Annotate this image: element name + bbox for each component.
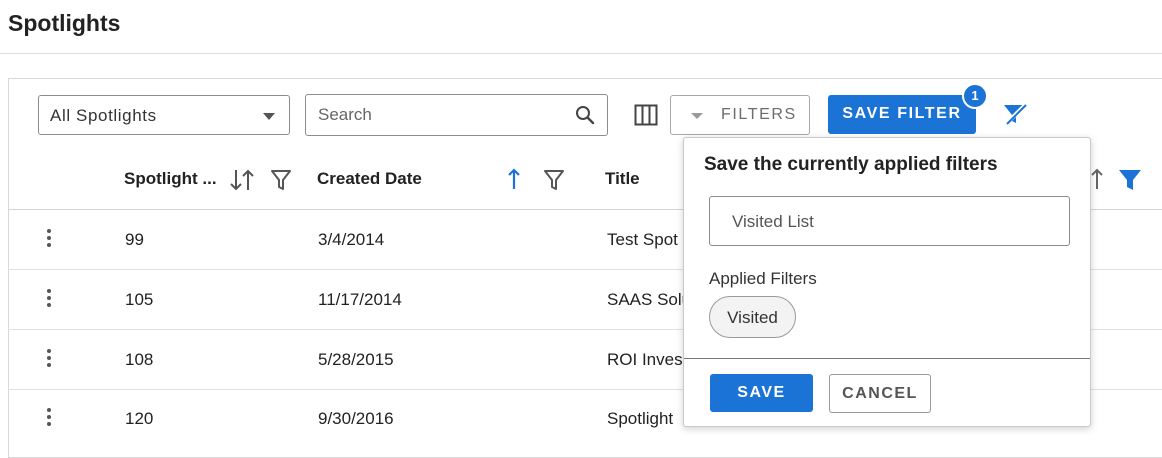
filter-name-field[interactable]: [709, 196, 1070, 246]
sort-ascending-icon[interactable]: [506, 167, 522, 196]
cell-created-date: 3/4/2014: [318, 230, 385, 249]
cell-created-date: 11/17/2014: [318, 290, 402, 309]
view-select-value: All Spotlights: [50, 106, 157, 125]
search-icon[interactable]: [575, 105, 595, 130]
save-filter-popover: Save the currently applied filters Appli…: [683, 137, 1091, 427]
filter-active-icon[interactable]: [1118, 168, 1142, 197]
filter-clear-icon[interactable]: [1002, 102, 1028, 131]
cell-created-date: 9/30/2016: [318, 409, 394, 428]
applied-filters-label: Applied Filters: [709, 269, 817, 288]
column-header-title[interactable]: Title: [605, 169, 640, 189]
save-button[interactable]: SAVE: [710, 374, 813, 412]
applied-filter-chip[interactable]: Visited: [709, 296, 796, 338]
columns-icon[interactable]: [634, 104, 658, 131]
popover-heading: Save the currently applied filters: [704, 154, 998, 175]
kebab-menu-icon[interactable]: [46, 408, 52, 429]
applied-filter-chip-label: Visited: [727, 308, 778, 327]
page-title: Spotlights: [8, 10, 121, 36]
cell-created-date: 5/28/2015: [318, 350, 394, 369]
popover-divider: [684, 358, 1090, 359]
filters-button-label: FILTERS: [721, 106, 797, 123]
cell-title[interactable]: ROI Inves: [607, 350, 683, 370]
cell-title[interactable]: SAAS Solu: [607, 290, 691, 310]
cell-title[interactable]: Test Spot: [607, 230, 678, 250]
kebab-menu-icon[interactable]: [46, 289, 52, 310]
filters-button[interactable]: FILTERS: [670, 95, 810, 135]
active-filter-count-badge: 1: [962, 83, 988, 109]
filter-icon[interactable]: [270, 169, 292, 196]
caret-down-icon: [691, 113, 703, 119]
cancel-button-label: CANCEL: [842, 385, 918, 402]
sort-ascending-icon[interactable]: [1090, 167, 1104, 196]
view-select[interactable]: All Spotlights: [38, 95, 290, 135]
filter-icon[interactable]: [543, 169, 565, 196]
cell-spotlight-id: 99: [125, 230, 144, 249]
cell-spotlight-id: 120: [125, 409, 154, 428]
cell-spotlight-id: 105: [125, 290, 154, 309]
filter-name-input[interactable]: [730, 210, 1050, 234]
chevron-down-icon: [263, 113, 275, 120]
save-filter-button-label: SAVE FILTER: [842, 105, 962, 122]
cancel-button[interactable]: CANCEL: [829, 374, 931, 413]
cell-spotlight-id: 108: [125, 350, 154, 369]
column-header-created-date[interactable]: Created Date: [317, 169, 422, 189]
search-input[interactable]: [316, 103, 566, 127]
sort-icon[interactable]: [229, 168, 255, 197]
kebab-menu-icon[interactable]: [46, 229, 52, 250]
title-divider: [0, 53, 1162, 54]
kebab-menu-icon[interactable]: [46, 349, 52, 370]
cell-title[interactable]: Spotlight: [607, 409, 673, 429]
save-filter-button[interactable]: SAVE FILTER: [828, 95, 976, 134]
column-header-spotlight-id[interactable]: Spotlight ...: [124, 169, 217, 189]
search-field[interactable]: [305, 94, 608, 136]
save-button-label: SAVE: [737, 384, 786, 401]
